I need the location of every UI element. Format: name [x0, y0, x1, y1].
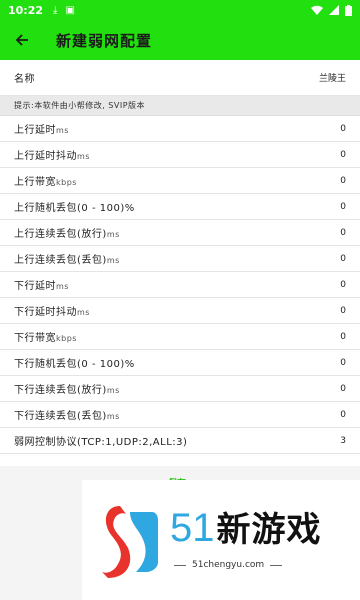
form-row-value[interactable]: 0	[340, 254, 346, 264]
form-row-unit: ms	[77, 308, 90, 317]
form-row[interactable]: 下行随机丢包(0 - 100)% 0	[0, 350, 360, 376]
form-row-value[interactable]: 0	[340, 202, 346, 212]
form-row-unit: kbps	[56, 178, 77, 187]
form-row-unit: ms	[56, 126, 69, 135]
form-row-unit: ms	[56, 282, 69, 291]
form-row-label-text: 上行随机丢包(0 - 100)%	[14, 203, 135, 214]
form-row-label: 上行连续丢包(放行)ms	[14, 225, 120, 240]
config-form: 名称 兰陵王 提示:本软件由小帮修改, SVIP版本 上行延时ms 0 上行延时抖动…	[0, 60, 360, 454]
page-title: 新建弱网配置	[56, 31, 153, 50]
brand-name: 新游戏	[216, 510, 322, 550]
url-divider-left	[174, 564, 186, 566]
form-row-unit: ms	[106, 256, 120, 265]
form-row-value[interactable]: 3	[340, 436, 346, 446]
form-row-label-text: 上行带宽	[14, 177, 56, 188]
form-row-value[interactable]: 0	[340, 228, 346, 238]
form-row-label: 上行延时抖动ms	[14, 147, 90, 162]
name-value[interactable]: 兰陵王	[319, 71, 346, 84]
form-row-unit: kbps	[56, 334, 77, 343]
form-row[interactable]: 上行延时ms 0	[0, 116, 360, 142]
form-row-label-text: 下行延时抖动	[14, 307, 77, 318]
form-row-unit: ms	[106, 386, 120, 395]
form-row[interactable]: 下行连续丢包(放行)ms 0	[0, 376, 360, 402]
form-row[interactable]: 下行带宽kbps 0	[0, 324, 360, 350]
form-row-value[interactable]: 0	[340, 280, 346, 290]
arrow-back-icon	[15, 34, 28, 46]
form-row-value[interactable]: 0	[340, 384, 346, 394]
name-label: 名称	[14, 74, 35, 85]
form-row-label: 弱网控制协议(TCP:1,UDP:2,ALL:3)	[14, 433, 187, 448]
download-icon: ⤓	[53, 4, 58, 16]
app-bar: 新建弱网配置	[0, 20, 360, 60]
form-row-label-text: 下行连续丢包(放行)	[14, 385, 107, 396]
tip-row: 提示:本软件由小帮修改, SVIP版本	[0, 96, 360, 116]
wifi-icon	[311, 5, 323, 15]
form-row[interactable]: 弱网控制协议(TCP:1,UDP:2,ALL:3) 3	[0, 428, 360, 454]
form-row-value[interactable]: 0	[340, 358, 346, 368]
form-row-label: 上行随机丢包(0 - 100)%	[14, 199, 135, 214]
brand-number: 51	[170, 506, 215, 550]
form-row-label-text: 上行延时抖动	[14, 151, 77, 162]
form-row-value[interactable]: 0	[340, 332, 346, 342]
form-row-label-text: 上行连续丢包(丢包)	[14, 255, 107, 266]
battery-icon	[345, 4, 352, 16]
form-row-label: 上行延时ms	[14, 121, 69, 136]
watermark-logo: 51 新游戏 51chengyu.com	[82, 480, 360, 600]
form-row-label-text: 上行连续丢包(放行)	[14, 229, 107, 240]
form-row-label: 下行连续丢包(放行)ms	[14, 381, 120, 396]
brand-logo-icon	[102, 506, 158, 578]
form-row-value[interactable]: 0	[340, 176, 346, 186]
form-row-label-text: 下行延时	[14, 281, 56, 292]
form-row-label: 下行延时抖动ms	[14, 303, 90, 318]
form-row-value[interactable]: 0	[340, 124, 346, 134]
url-divider-right	[270, 564, 283, 566]
form-row-label-text: 下行带宽	[14, 333, 56, 344]
form-row[interactable]: 上行随机丢包(0 - 100)% 0	[0, 194, 360, 220]
brand-url: 51chengyu.com	[192, 560, 265, 570]
signal-icon	[329, 5, 339, 15]
form-row[interactable]: 上行连续丢包(放行)ms 0	[0, 220, 360, 246]
form-row-label-text: 下行随机丢包(0 - 100)%	[14, 359, 135, 370]
form-row-unit: ms	[106, 230, 120, 239]
form-row[interactable]: 上行延时抖动ms 0	[0, 142, 360, 168]
status-time: 10:22	[8, 3, 44, 17]
form-row-label: 上行带宽kbps	[14, 173, 77, 188]
form-row[interactable]: 下行连续丢包(丢包)ms 0	[0, 402, 360, 428]
form-row-label: 上行连续丢包(丢包)ms	[14, 251, 120, 266]
form-row-unit: ms	[106, 412, 120, 421]
form-row-value[interactable]: 0	[340, 410, 346, 420]
form-row-label: 下行连续丢包(丢包)ms	[14, 407, 120, 422]
app-notification-icon: ▣	[65, 4, 75, 16]
form-row[interactable]: 下行延时抖动ms 0	[0, 298, 360, 324]
status-bar: 10:22 ⤓ ▣	[0, 0, 360, 20]
form-row[interactable]: 上行连续丢包(丢包)ms 0	[0, 246, 360, 272]
form-row-label: 下行带宽kbps	[14, 329, 77, 344]
form-row-label-text: 弱网控制协议(TCP:1,UDP:2,ALL:3)	[14, 437, 188, 448]
name-row[interactable]: 名称 兰陵王	[0, 60, 360, 96]
form-row-label-text: 上行延时	[14, 125, 56, 136]
form-row-value[interactable]: 0	[340, 306, 346, 316]
form-row-label: 下行延时ms	[14, 277, 69, 292]
form-row-value[interactable]: 0	[340, 150, 346, 160]
form-row-unit: ms	[77, 152, 90, 161]
form-row-label: 下行随机丢包(0 - 100)%	[14, 355, 135, 370]
back-button[interactable]	[0, 20, 44, 60]
tip-text: 提示:本软件由小帮修改, SVIP版本	[14, 101, 146, 110]
form-row[interactable]: 上行带宽kbps 0	[0, 168, 360, 194]
form-row-label-text: 下行连续丢包(丢包)	[14, 411, 107, 422]
form-row[interactable]: 下行延时ms 0	[0, 272, 360, 298]
